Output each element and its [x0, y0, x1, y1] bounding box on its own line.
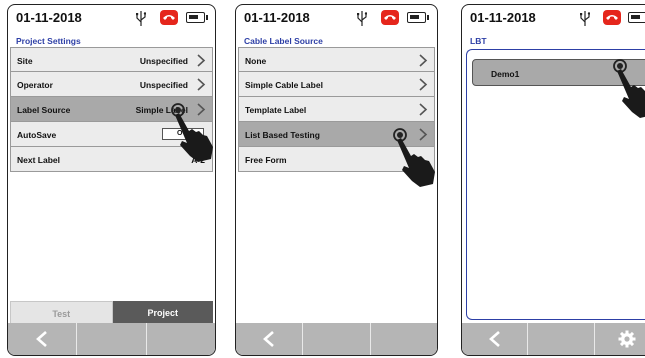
usb-icon: [136, 11, 146, 26]
soft-key-2[interactable]: [528, 323, 595, 355]
chevron-right-icon: [197, 54, 206, 67]
status-bar: 01-11-2018: [8, 5, 215, 33]
battery-icon: [186, 12, 208, 23]
row-label: Template Label: [245, 105, 307, 115]
pointing-hand-icon: [613, 59, 645, 118]
row-label: Free Form: [245, 155, 287, 165]
settings-button[interactable]: [595, 323, 645, 355]
phone-icon: [160, 10, 178, 25]
list-item-label: Demo1: [491, 69, 520, 79]
status-bar: 01-11-2018: [462, 5, 645, 33]
row-label: None: [245, 56, 267, 66]
row-label: Label Source: [17, 105, 71, 115]
row-label: Operator: [17, 80, 53, 90]
status-bar: 01-11-2018: [236, 5, 437, 33]
usb-icon: [357, 11, 367, 26]
back-arrow-icon: [36, 331, 48, 347]
soft-key-bar: [236, 323, 437, 355]
back-button[interactable]: [236, 323, 304, 355]
row-value: Unspecified: [139, 56, 188, 66]
row-label: List Based Testing: [245, 130, 320, 140]
soft-key-2[interactable]: [303, 323, 371, 355]
row-site[interactable]: Site Unspecified: [10, 47, 213, 72]
row-label: Site: [17, 56, 33, 66]
section-title: LBT: [470, 36, 487, 46]
screen-project-settings: 01-11-2018 Project Settings Site Unspeci…: [7, 4, 216, 356]
date-label: 01-11-2018: [470, 10, 536, 25]
option-simple-cable-label[interactable]: Simple Cable Label: [238, 72, 435, 97]
back-button[interactable]: [8, 323, 78, 355]
chevron-right-icon: [419, 54, 428, 67]
option-template-label[interactable]: Template Label: [238, 97, 435, 122]
soft-key-3[interactable]: [147, 323, 215, 355]
chevron-right-icon: [419, 103, 428, 116]
row-label: AutoSave: [17, 130, 57, 140]
screen-cable-label-source: 01-11-2018 Cable Label Source None Simpl…: [235, 4, 438, 356]
soft-key-2[interactable]: [77, 323, 147, 355]
phone-icon: [381, 10, 399, 25]
option-none[interactable]: None: [238, 47, 435, 72]
pointing-hand-icon: [171, 103, 213, 162]
chevron-right-icon: [197, 78, 206, 91]
soft-key-3[interactable]: [371, 323, 437, 355]
settings-gear-icon: [618, 330, 636, 348]
chevron-right-icon: [419, 78, 428, 91]
battery-icon: [407, 12, 429, 23]
back-arrow-icon: [488, 331, 500, 347]
soft-key-bar: [462, 323, 645, 355]
row-value: Unspecified: [139, 80, 188, 90]
battery-icon: [628, 12, 645, 23]
date-label: 01-11-2018: [16, 10, 82, 25]
row-label: Simple Cable Label: [245, 80, 323, 90]
date-label: 01-11-2018: [244, 10, 310, 25]
screen-lbt: 01-11-2018 LBT Demo1: [461, 4, 645, 356]
section-title: Project Settings: [16, 36, 81, 46]
row-operator[interactable]: Operator Unspecified: [10, 72, 213, 97]
row-label: Next Label: [17, 155, 60, 165]
phone-icon: [603, 10, 621, 25]
pointing-hand-icon: [393, 128, 435, 187]
usb-icon: [580, 11, 590, 26]
section-title: Cable Label Source: [244, 36, 323, 46]
back-arrow-icon: [263, 331, 275, 347]
soft-key-bar: [8, 323, 215, 355]
back-button[interactable]: [462, 323, 529, 355]
